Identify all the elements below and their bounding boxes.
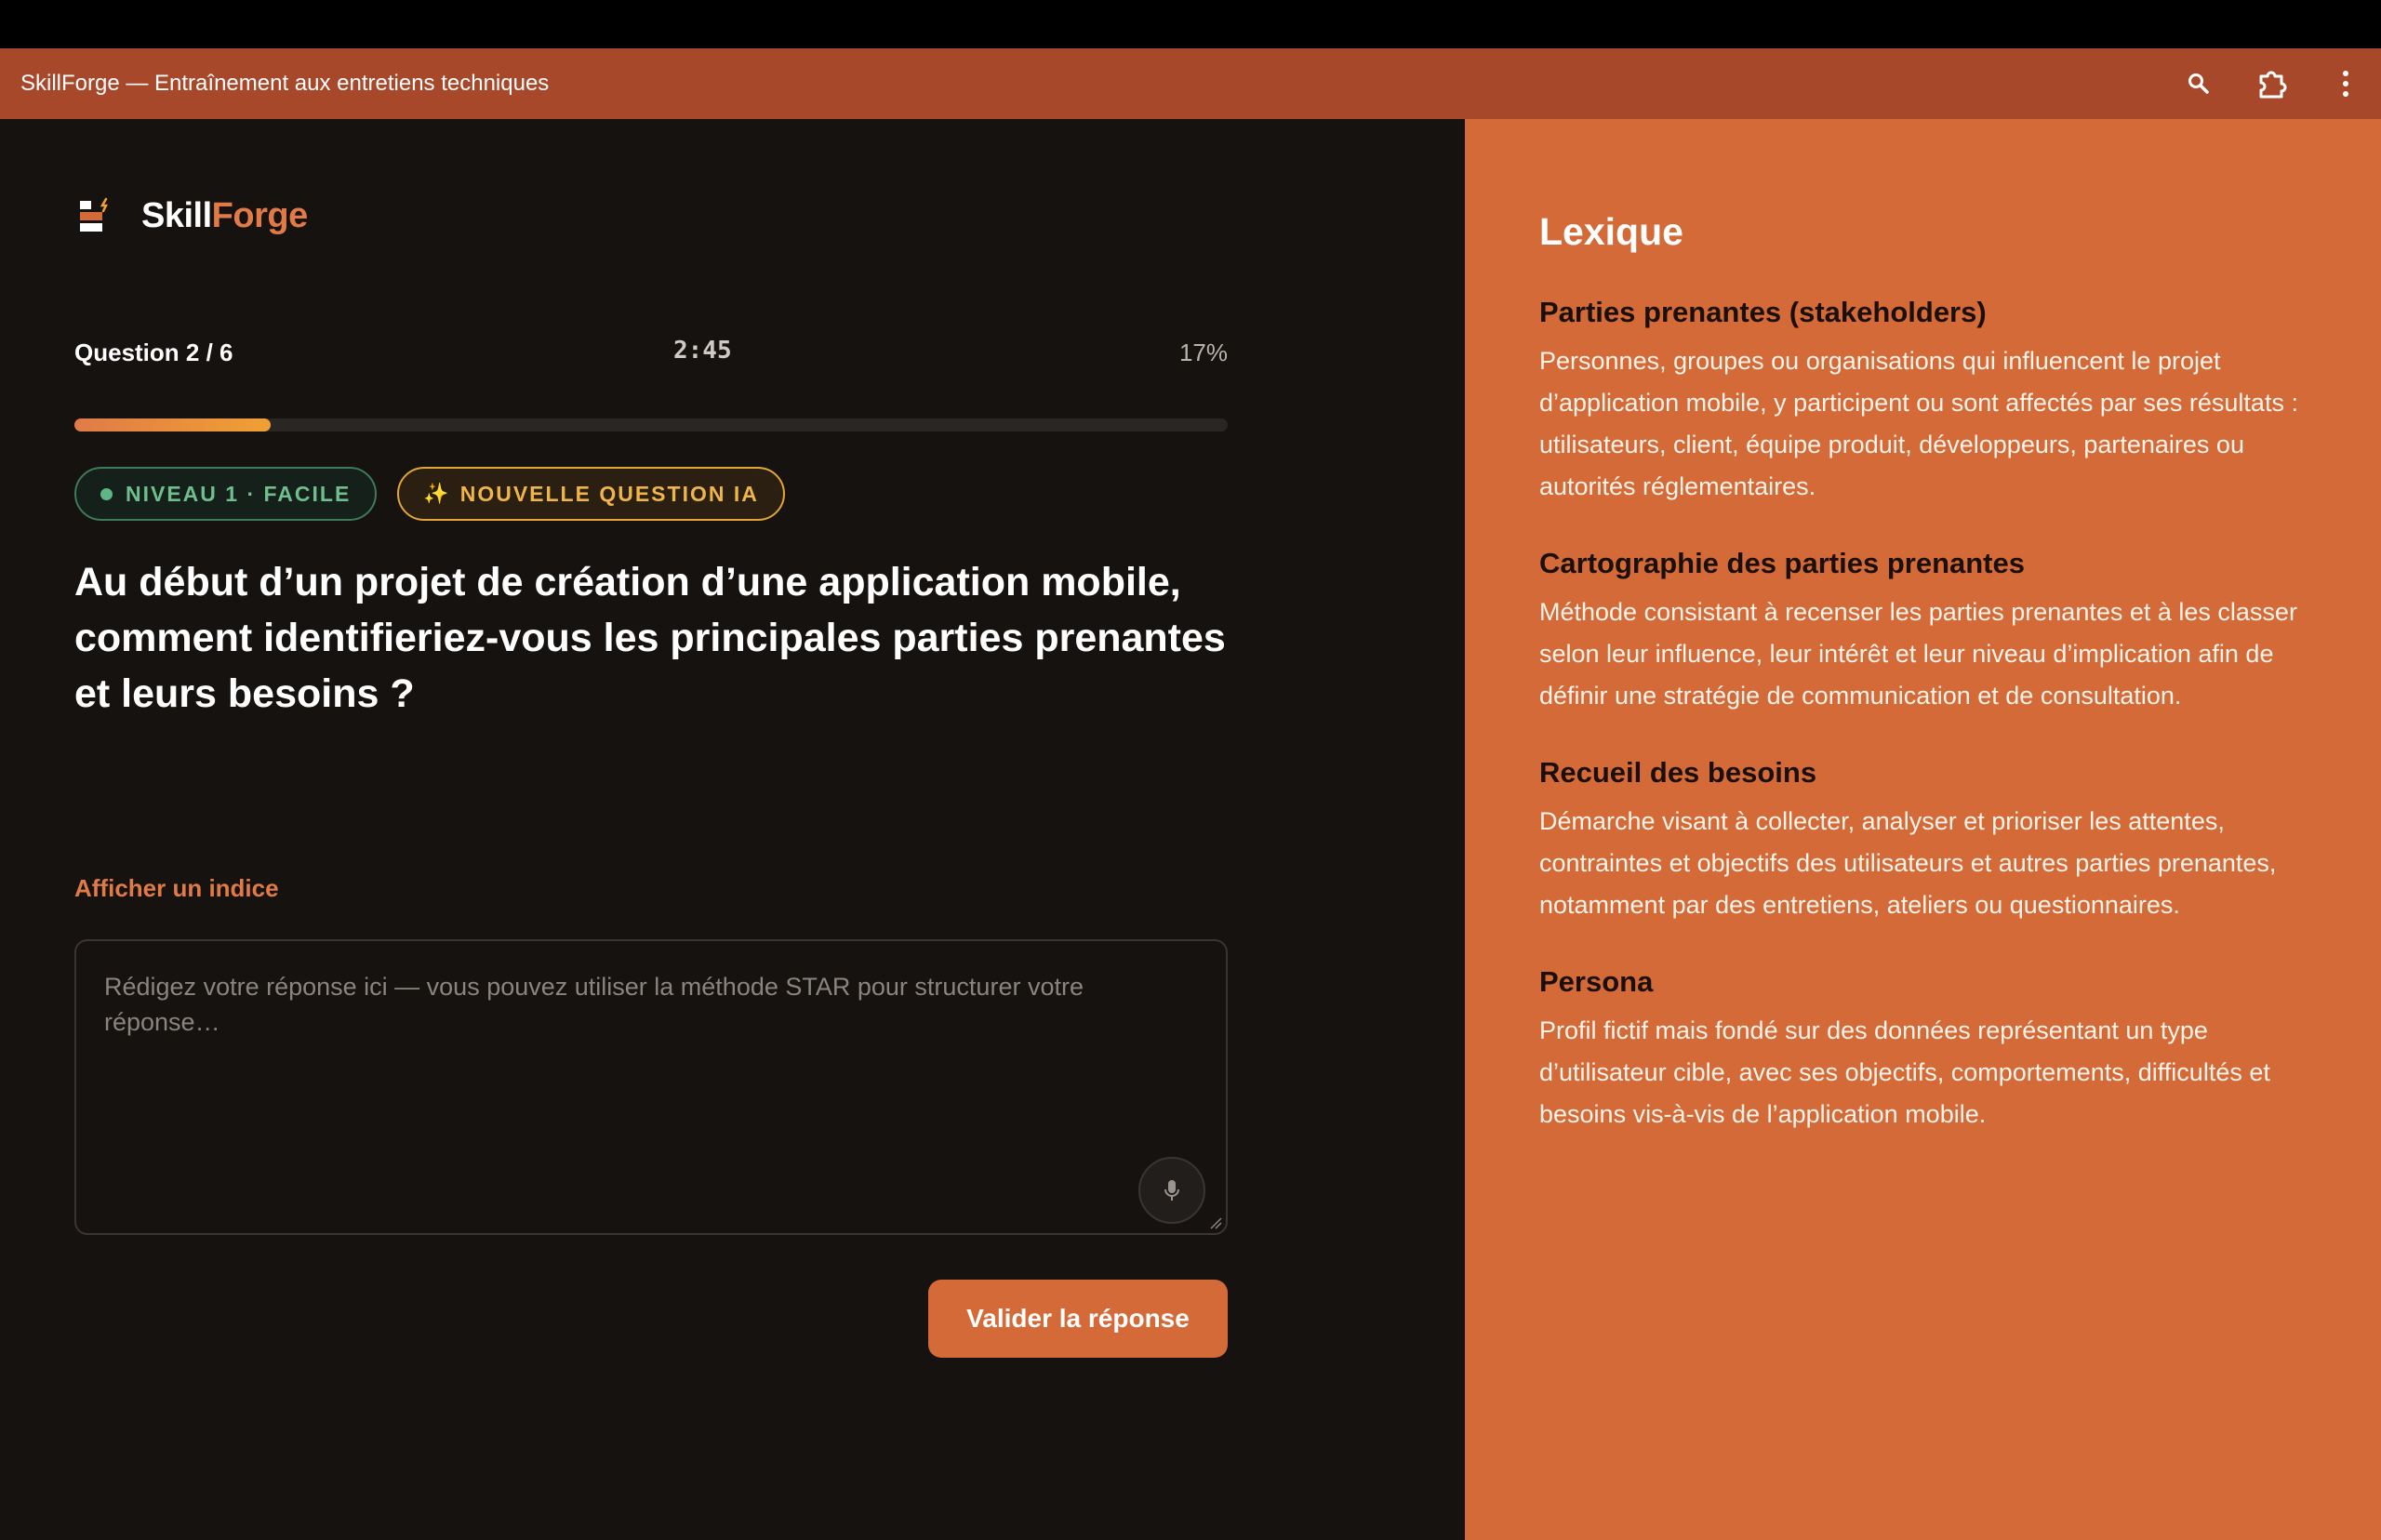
ai-question-badge: ✨ NOUVELLE QUESTION IA <box>397 467 785 521</box>
question-meta: Question 2 / 6 2:45 17% <box>74 337 1228 376</box>
extension-icon[interactable] <box>2251 48 2292 119</box>
progress-fill <box>74 418 271 431</box>
glossary-title: Lexique <box>1539 210 1683 253</box>
more-vert-icon[interactable] <box>2329 48 2362 119</box>
status-dot-icon <box>100 487 113 500</box>
glossary-definition: Démarche visant à collecter, analyser et… <box>1539 807 2277 919</box>
glossary-entry: Parties prenantes (stakeholders) Personn… <box>1539 296 2330 508</box>
glossary-definition: Profil fictif mais fondé sur des données… <box>1539 1016 2270 1128</box>
sparkles-icon: ✨ <box>423 482 451 505</box>
show-hint-link[interactable]: Afficher un indice <box>74 874 279 903</box>
glossary-definition: Personnes, groupes ou organisations qui … <box>1539 347 2298 500</box>
badge-row: NIVEAU 1 · FACILE ✨ NOUVELLE QUESTION IA <box>74 467 785 521</box>
glossary-entry: Cartographie des parties prenantes Métho… <box>1539 547 2330 717</box>
glossary-panel: Lexique Parties prenantes (stakeholders)… <box>1465 119 2381 1540</box>
answer-box <box>74 939 1228 1235</box>
glossary-term: Persona <box>1539 965 1654 998</box>
glossary-term: Recueil des besoins <box>1539 756 1817 789</box>
ai-badge-label: NOUVELLE QUESTION IA <box>459 481 759 506</box>
glossary-list: Parties prenantes (stakeholders) Personn… <box>1539 296 2330 1175</box>
brand-logo[interactable]: SkillForge <box>74 195 308 236</box>
glossary-entry: Persona Profil fictif mais fondé sur des… <box>1539 965 2330 1135</box>
glossary-entry: Recueil des besoins Démarche visant à co… <box>1539 756 2330 926</box>
glossary-term: Cartographie des parties prenantes <box>1539 547 2025 579</box>
progress-bar <box>74 418 1228 431</box>
glossary-definition: Méthode consistant à recenser les partie… <box>1539 598 2297 710</box>
level-badge-label: NIVEAU 1 · FACILE <box>126 481 352 506</box>
glossary-term: Parties prenantes (stakeholders) <box>1539 296 1987 328</box>
countdown-timer: 2:45 <box>673 337 732 365</box>
resize-handle-icon[interactable] <box>1209 1216 1222 1229</box>
question-text: Au début d’un projet de création d’une a… <box>74 560 1226 716</box>
submit-answer-button[interactable]: Valider la réponse <box>928 1280 1228 1358</box>
screen-top-bar <box>0 0 2381 48</box>
microphone-icon <box>1164 1180 1179 1201</box>
level-badge: NIVEAU 1 · FACILE <box>74 467 378 521</box>
search-icon[interactable] <box>2178 48 2219 119</box>
window-titlebar: SkillForge — Entraînement aux entretiens… <box>0 48 2381 119</box>
forge-logo-icon <box>80 197 109 232</box>
brand-name: SkillForge <box>141 195 308 235</box>
progress-percent: 17% <box>1178 339 1228 366</box>
microphone-button[interactable] <box>1138 1157 1205 1224</box>
quiz-panel: SkillForge Question 2 / 6 2:45 17% NIVEA… <box>0 119 1465 1540</box>
window-title: SkillForge — Entraînement aux entretiens… <box>20 71 550 96</box>
answer-textarea[interactable] <box>76 941 1226 1233</box>
question-counter: Question 2 / 6 <box>74 339 233 366</box>
